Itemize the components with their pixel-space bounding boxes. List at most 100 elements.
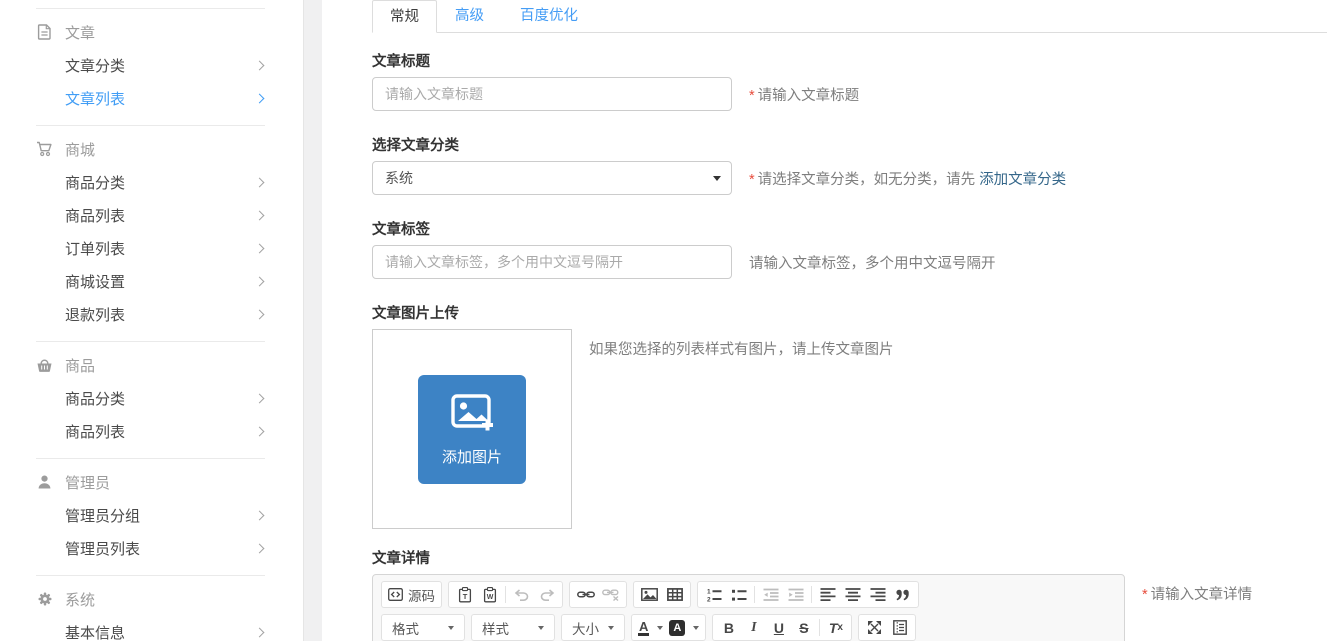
- align-center-button[interactable]: [840, 583, 865, 606]
- insert-image-button[interactable]: [637, 583, 662, 606]
- add-category-link[interactable]: 添加文章分类: [979, 172, 1066, 188]
- sidebar-group-article[interactable]: 文章: [36, 19, 265, 45]
- sidebar-item-refund-list[interactable]: 退款列表: [36, 298, 265, 331]
- format-dropdown[interactable]: 格式: [385, 616, 461, 639]
- user-icon: [36, 474, 53, 491]
- tab-baidu-seo[interactable]: 百度优化: [502, 0, 596, 32]
- dropdown-caret-icon: [608, 626, 614, 630]
- sidebar-item-admin-list[interactable]: 管理员列表: [36, 532, 265, 565]
- sidebar-group-system[interactable]: 系统: [36, 586, 265, 612]
- sidebar-group-label: 商城: [65, 139, 95, 160]
- chevron-right-icon: [255, 427, 265, 437]
- text-color-button[interactable]: A: [635, 616, 666, 639]
- article-category-label: 选择文章分类: [372, 134, 1327, 155]
- select-caret-icon: [713, 176, 721, 181]
- tab-advanced[interactable]: 高级: [437, 0, 502, 32]
- chevron-right-icon: [255, 61, 265, 71]
- article-title-input[interactable]: [372, 77, 732, 111]
- sidebar-group-mall[interactable]: 商城: [36, 136, 265, 162]
- chevron-right-icon: [255, 628, 265, 638]
- sidebar-group-product[interactable]: 商品: [36, 352, 265, 378]
- background-color-icon: A: [669, 620, 685, 636]
- undo-button[interactable]: [509, 583, 534, 606]
- sidebar-item-admin-group[interactable]: 管理员分组: [36, 499, 265, 532]
- article-category-hint: *请选择文章分类，如无分类，请先 添加文章分类: [749, 168, 1066, 189]
- article-content-hint: *请输入文章详情: [1142, 583, 1252, 604]
- maximize-button[interactable]: [862, 616, 887, 639]
- styles-dropdown[interactable]: 样式: [475, 616, 551, 639]
- article-content-label: 文章详情: [372, 547, 1327, 568]
- sidebar-item-mall-settings[interactable]: 商城设置: [36, 265, 265, 298]
- dropdown-caret-icon: [448, 626, 454, 630]
- editor-toolbar-row-1: 源码 T W: [381, 581, 1116, 608]
- article-category-select[interactable]: 系统: [372, 161, 732, 195]
- svg-text:1: 1: [707, 588, 711, 595]
- main-content: 常规 高级 百度优化 文章标题 *请输入文章标题 选择文章分类: [322, 0, 1327, 641]
- background-color-button[interactable]: A: [666, 616, 702, 639]
- sidebar-group-label: 商品: [65, 355, 95, 376]
- sidebar-section-article: 文章 文章分类 文章列表: [36, 8, 265, 125]
- sidebar-item-product-category[interactable]: 商品分类: [36, 382, 265, 415]
- italic-button[interactable]: I: [741, 616, 766, 639]
- insert-table-button[interactable]: [662, 583, 687, 606]
- add-image-button[interactable]: 添加图片: [418, 375, 526, 484]
- sidebar-section-product: 商品 商品分类 商品列表: [36, 341, 265, 458]
- rich-text-editor: 源码 T W: [372, 574, 1125, 641]
- paste-as-text-button[interactable]: T: [452, 583, 477, 606]
- sidebar-item-goods-category[interactable]: 商品分类: [36, 166, 265, 199]
- gear-icon: [36, 591, 53, 608]
- tab-general[interactable]: 常规: [372, 0, 437, 33]
- sidebar-item-order-list[interactable]: 订单列表: [36, 232, 265, 265]
- paste-from-word-button[interactable]: W: [477, 583, 502, 606]
- article-title-label: 文章标题: [372, 50, 1327, 71]
- field-article-title: 文章标题 *请输入文章标题: [372, 50, 1327, 111]
- chevron-right-icon: [255, 178, 265, 188]
- remove-format-button[interactable]: Tx: [823, 616, 848, 639]
- ordered-list-button[interactable]: 12: [701, 583, 726, 606]
- sidebar-group-label: 系统: [65, 589, 95, 610]
- sidebar-item-goods-list[interactable]: 商品列表: [36, 199, 265, 232]
- sidebar-item-article-category[interactable]: 文章分类: [36, 49, 265, 82]
- align-left-button[interactable]: [815, 583, 840, 606]
- link-button[interactable]: [573, 583, 598, 606]
- sidebar-group-admin[interactable]: 管理员: [36, 469, 265, 495]
- svg-text:T: T: [462, 592, 467, 601]
- required-asterisk: *: [1142, 587, 1148, 603]
- article-image-label: 文章图片上传: [372, 302, 1327, 323]
- show-blocks-button[interactable]: [887, 616, 912, 639]
- unlink-button[interactable]: [598, 583, 623, 606]
- image-upload-box: 添加图片: [372, 329, 572, 529]
- article-title-hint: *请输入文章标题: [749, 84, 859, 105]
- article-tags-hint: 请输入文章标签，多个用中文逗号隔开: [749, 252, 996, 273]
- blockquote-button[interactable]: [890, 583, 915, 606]
- align-right-button[interactable]: [865, 583, 890, 606]
- dropdown-caret-icon: [693, 626, 699, 630]
- article-tags-input[interactable]: [372, 245, 732, 279]
- tab-bar: 常规 高级 百度优化: [372, 0, 1327, 33]
- dropdown-caret-icon: [657, 626, 663, 630]
- svg-text:W: W: [486, 594, 493, 601]
- decrease-indent-button[interactable]: [758, 583, 783, 606]
- redo-button[interactable]: [534, 583, 559, 606]
- sidebar-section-admin: 管理员 管理员分组 管理员列表: [36, 458, 265, 575]
- font-size-dropdown[interactable]: 大小: [565, 616, 621, 639]
- sidebar-section-mall: 商城 商品分类 商品列表 订单列表 商城设置: [36, 125, 265, 341]
- sidebar-item-basic-info[interactable]: 基本信息: [36, 616, 265, 641]
- selected-category-value: 系统: [385, 168, 413, 188]
- bold-button[interactable]: B: [716, 616, 741, 639]
- strikethrough-button[interactable]: S: [791, 616, 816, 639]
- basket-icon: [36, 357, 53, 374]
- article-tags-label: 文章标签: [372, 218, 1327, 239]
- admin-page: 文章 文章分类 文章列表 商城: [0, 0, 1327, 641]
- field-article-tags: 文章标签 请输入文章标签，多个用中文逗号隔开: [372, 218, 1327, 279]
- bulleted-list-button[interactable]: [726, 583, 751, 606]
- source-code-button[interactable]: 源码: [385, 583, 438, 606]
- editor-toolbar-row-2: 格式 样式: [381, 614, 1116, 641]
- sidebar-item-article-list[interactable]: 文章列表: [36, 82, 265, 115]
- sidebar-item-product-list[interactable]: 商品列表: [36, 415, 265, 448]
- chevron-right-icon: [255, 244, 265, 254]
- chevron-right-icon: [255, 94, 265, 104]
- chevron-right-icon: [255, 310, 265, 320]
- underline-button[interactable]: U: [766, 616, 791, 639]
- increase-indent-button[interactable]: [783, 583, 808, 606]
